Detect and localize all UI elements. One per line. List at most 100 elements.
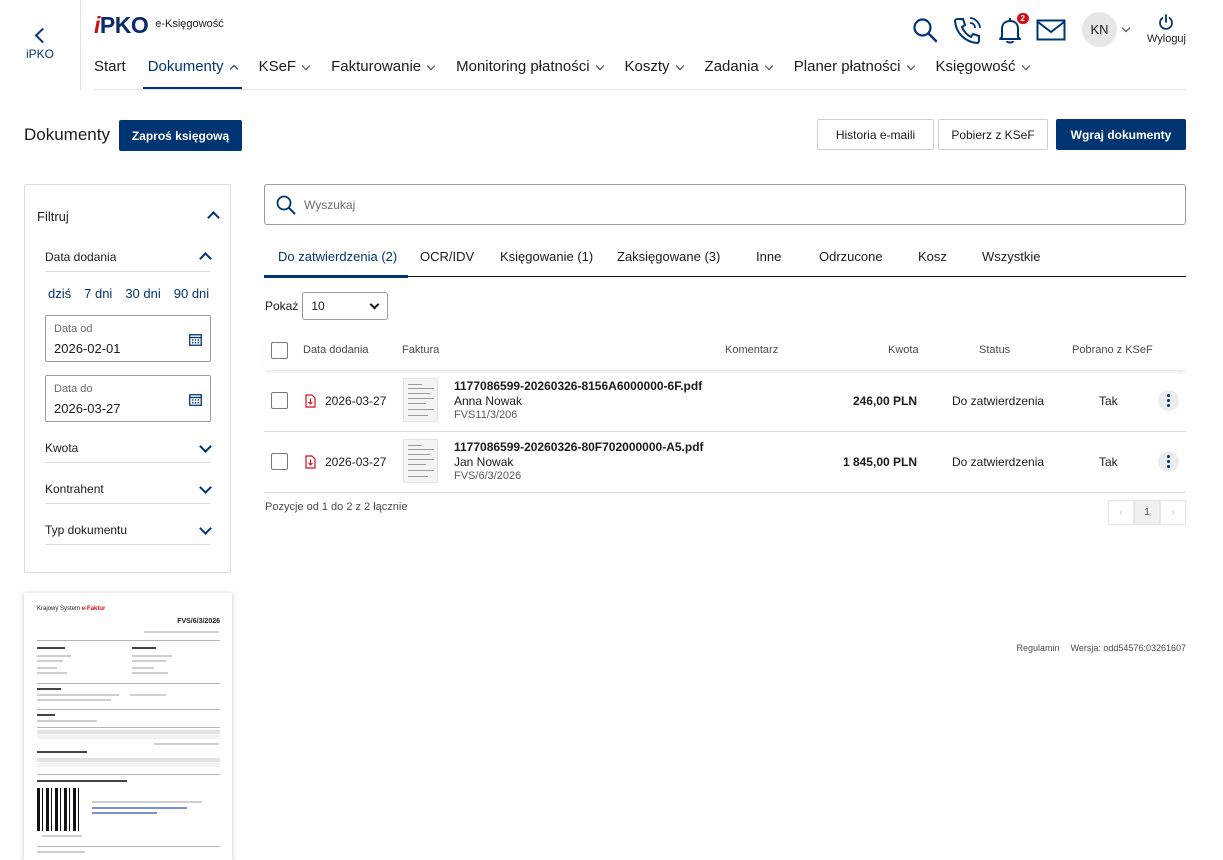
table-row[interactable]: 2026-03-27 1177086599-20260326-8156A6000… [264, 371, 1186, 432]
tab-all[interactable]: Wszystkie [982, 249, 1041, 264]
email-history-button[interactable]: Historia e-maili [817, 119, 934, 150]
row-menu-button[interactable] [1158, 451, 1179, 472]
brand-name: iPKO [94, 12, 149, 38]
chevron-down-icon [369, 299, 380, 309]
quick-90-days[interactable]: 90 dni [174, 286, 209, 301]
mail-icon[interactable] [1036, 19, 1066, 41]
nav-dokumenty[interactable]: Dokumenty [142, 48, 242, 90]
ksef-download-button[interactable]: Pobierz z KSeF [938, 119, 1048, 150]
tab-trash[interactable]: Kosz [918, 249, 947, 264]
row-file-name[interactable]: 1177086599-20260326-8156A6000000-6F.pdf [454, 379, 702, 393]
search-icon [276, 195, 296, 214]
table-header: Data dodania Faktura Komentarz Kwota Sta… [264, 333, 1186, 370]
logout-button[interactable]: Wyloguj [1147, 14, 1186, 45]
row-checkbox[interactable] [271, 392, 288, 409]
row-menu-button[interactable] [1158, 390, 1179, 411]
filter-counterparty-section[interactable]: Kontrahent [45, 474, 212, 504]
search-bar[interactable] [264, 184, 1186, 225]
tab-to-approve[interactable]: Do zatwierdzenia (2) [278, 249, 397, 264]
back-to-ipko-button[interactable]: iPKO [0, 0, 81, 90]
document-tabs: Do zatwierdzenia (2) OCR/IDV Księgowanie… [264, 241, 1186, 278]
brand-subtitle: e-Księgowość [155, 18, 224, 30]
user-menu[interactable]: KN [1081, 12, 1131, 47]
filter-header[interactable]: Filtruj [37, 209, 220, 224]
calendar-icon[interactable] [189, 393, 202, 406]
results-summary: Pozycje od 1 do 2 z 2 łącznie [265, 501, 408, 513]
row-status: Do zatwierdzenia [952, 455, 1045, 469]
chevron-down-icon [199, 522, 212, 535]
pdf-icon [305, 394, 316, 408]
filter-date-label: Data dodania [45, 249, 117, 264]
row-checkbox[interactable] [271, 453, 288, 470]
row-date: 2026-03-27 [325, 455, 387, 469]
page-size-select[interactable]: 10 [302, 292, 389, 320]
quick-30-days[interactable]: 30 dni [125, 286, 160, 301]
power-icon [1159, 14, 1174, 30]
col-status[interactable]: Status [979, 344, 1010, 356]
page-title: Dokumenty [24, 125, 110, 144]
tab-other[interactable]: Inne [756, 249, 781, 264]
search-icon[interactable] [912, 17, 938, 43]
pagination-prev[interactable]: ‹ [1108, 500, 1134, 525]
filter-doctype-section[interactable]: Typ dokumentu [45, 515, 212, 545]
invoice-thumbnail[interactable] [403, 378, 438, 422]
col-ksef[interactable]: Pobrano z KSeF [1072, 344, 1153, 356]
nav-fakturowanie[interactable]: Fakturowanie [331, 48, 436, 90]
quick-7-days[interactable]: 7 dni [84, 286, 112, 301]
invite-accountant-button[interactable]: Zaproś księgową [119, 120, 242, 151]
row-ksef: Tak [1099, 394, 1118, 408]
nav-ksef[interactable]: KSeF [259, 48, 311, 90]
date-from-field[interactable]: Data od 2026-02-01 [45, 315, 211, 362]
pagination-page[interactable]: 1 [1134, 500, 1160, 525]
nav-zadania[interactable]: Zadania [705, 48, 774, 90]
pagination-next[interactable]: › [1160, 500, 1186, 525]
select-all-checkbox[interactable] [271, 342, 288, 359]
date-to-value: 2026-03-27 [54, 401, 121, 416]
logo: iPKO e-Księgowość [94, 12, 224, 39]
tab-booking[interactable]: Księgowanie (1) [500, 249, 593, 264]
table-row[interactable]: 2026-03-27 1177086599-20260326-80F702000… [264, 432, 1186, 493]
calendar-icon[interactable] [189, 333, 202, 346]
tab-rejected[interactable]: Odrzucone [819, 249, 883, 264]
col-comment[interactable]: Komentarz [725, 344, 778, 356]
nav-start[interactable]: Start [94, 48, 126, 90]
terms-link[interactable]: Regulamin [1017, 643, 1060, 653]
preview-doc-number: FVS/6/3/2026 [177, 618, 220, 625]
chevron-up-icon [229, 64, 238, 74]
chevron-left-icon [34, 27, 50, 43]
col-amount[interactable]: Kwota [888, 344, 919, 356]
invoice-thumbnail[interactable] [403, 439, 438, 483]
nav-planer[interactable]: Planer płatności [794, 48, 915, 90]
chevron-down-icon [675, 61, 684, 71]
col-date[interactable]: Data dodania [303, 344, 368, 356]
nav-ksiegowosc[interactable]: Księgowość [936, 48, 1030, 90]
search-input[interactable] [304, 197, 1124, 212]
tab-ocr-idv[interactable]: OCR/IDV [420, 249, 474, 264]
pdf-icon [305, 455, 316, 469]
row-ksef: Tak [1099, 455, 1118, 469]
version-label: Wersja: odd54576:03261607 [1070, 643, 1186, 653]
header-tools: 2 KN Wyloguj [898, 12, 1186, 47]
filter-counterparty-label: Kontrahent [45, 481, 104, 496]
row-invoice-number: FVS11/3/206 [454, 409, 518, 421]
upload-documents-button[interactable]: Wgraj dokumenty [1056, 119, 1186, 150]
filter-amount-section[interactable]: Kwota [45, 433, 212, 463]
nav-koszty[interactable]: Koszty [625, 48, 684, 90]
chevron-down-icon [906, 61, 915, 71]
date-to-field[interactable]: Data do 2026-03-27 [45, 375, 211, 422]
chevron-down-icon [301, 61, 311, 71]
chevron-down-icon [1121, 23, 1131, 32]
phone-icon[interactable] [952, 15, 984, 45]
bell-icon[interactable]: 2 [998, 12, 1029, 44]
col-invoice[interactable]: Faktura [402, 344, 439, 356]
filter-date-section[interactable]: Data dodania [45, 242, 212, 272]
tab-booked[interactable]: Zaksięgowane (3) [617, 249, 720, 264]
row-file-name[interactable]: 1177086599-20260326-80F702000000-A5.pdf [454, 440, 704, 454]
nav-monitoring[interactable]: Monitoring płatności [456, 48, 604, 90]
filter-amount-label: Kwota [45, 440, 79, 455]
quick-today[interactable]: dziś [48, 286, 71, 301]
nav-divider [94, 89, 1186, 90]
date-from-label: Data od [54, 323, 93, 335]
document-preview[interactable]: Krajowy System e-Faktur FVS/6/3/2026 [24, 593, 232, 860]
chevron-down-icon [764, 61, 774, 71]
